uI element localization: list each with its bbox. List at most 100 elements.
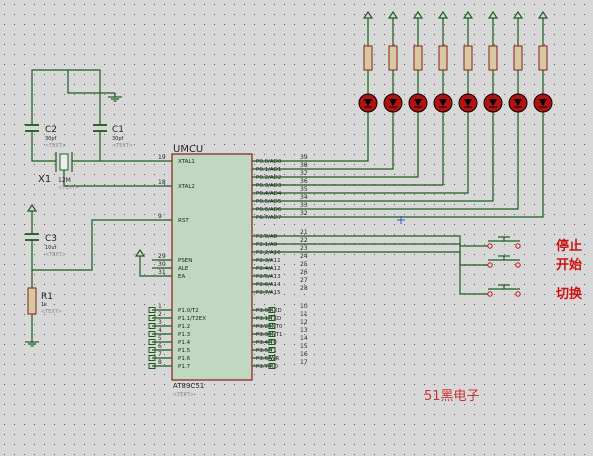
led-resistor — [363, 45, 373, 71]
pin-label: P2.3/A11 — [256, 258, 281, 264]
c2-ref: C2 — [45, 125, 57, 135]
mcu-part: AT89C51 — [173, 382, 204, 390]
pin-label: ALE — [178, 266, 189, 272]
pin-label: P2.2/A10 — [256, 250, 281, 256]
pin-label: P0.6/AD6 — [256, 207, 282, 213]
pin-label: P1.4 — [178, 340, 191, 346]
button-label: 停止 — [556, 238, 582, 254]
pin-number: 22 — [300, 237, 308, 244]
pin-label: P2.1/A9 — [256, 242, 278, 248]
pin-number: 11 — [300, 311, 308, 318]
c3-text: <TEXT> — [45, 252, 66, 258]
x1-value: 12M — [58, 177, 71, 184]
pin-number: 7 — [158, 351, 162, 358]
led-resistor — [488, 45, 498, 71]
pin-number: 6 — [158, 343, 162, 350]
pin-label: P0.5/AD5 — [256, 199, 282, 205]
pin-label: P0.4/AD4 — [256, 191, 282, 197]
pin-label: EA — [178, 274, 185, 280]
pin-label: P3.5/T1 — [256, 348, 277, 354]
pin-number: 36 — [300, 178, 308, 185]
x1-ref: X1 — [38, 174, 51, 185]
pin-number: 2 — [158, 311, 162, 318]
pin-number: 12 — [300, 319, 308, 326]
pin-number: 37 — [300, 170, 308, 177]
pin-label: XTAL2 — [178, 184, 195, 190]
pin-label: P1.0/T2 — [178, 308, 199, 314]
pin-label: P1.2 — [178, 324, 190, 330]
c2-value: 30pf — [45, 136, 57, 142]
r1-ref: R1 — [41, 292, 53, 302]
pin-number: 4 — [158, 327, 162, 334]
c2-text: <TEXT> — [45, 143, 66, 149]
pin-number: 3 — [158, 319, 162, 326]
pin-number: 16 — [300, 351, 308, 358]
pin-label: RST — [178, 218, 189, 224]
mcu-ref: UMCU — [173, 144, 203, 155]
pin-number: 17 — [300, 359, 308, 366]
pin-label: P1.3 — [178, 332, 191, 338]
pin-label: P0.2/AD2 — [256, 175, 281, 181]
x1-text: <TEXT> — [58, 185, 79, 191]
pin-label: P2.7/A15 — [256, 290, 281, 296]
pin-number: 33 — [300, 202, 308, 209]
pin-number: 35 — [300, 186, 308, 193]
pin-label: P0.1/AD1 — [256, 167, 281, 173]
r1-text: <TEXT> — [41, 309, 62, 315]
pin-label: P2.4/A12 — [256, 266, 281, 272]
r1-value: 1k — [41, 302, 47, 308]
pin-number: 38 — [300, 162, 308, 169]
pin-number: 31 — [158, 269, 166, 276]
pin-label: P1.7 — [178, 364, 191, 370]
led-resistor — [513, 45, 523, 71]
led-resistor — [438, 45, 448, 71]
pin-number: 19 — [158, 154, 166, 161]
pin-number: 9 — [158, 213, 162, 220]
mcu-right-pins: 39 P0.0/AD0 38 P0.1/AD1 37 P0.2/AD2 36 P0.3/AD3… — [252, 154, 308, 370]
pin-number: 24 — [300, 253, 308, 260]
pin-label: P0.3/AD3 — [256, 183, 282, 189]
pin-number: 34 — [300, 194, 308, 201]
pin-label: P1.5 — [178, 348, 191, 354]
pin-number: 39 — [300, 154, 308, 161]
button-label: 开始 — [556, 257, 582, 273]
button-label: 切换 — [556, 286, 583, 302]
c1-value: 30pf — [112, 136, 124, 142]
pin-number: 32 — [300, 210, 308, 217]
pin-number: 23 — [300, 245, 308, 252]
pin-number: 29 — [158, 253, 166, 260]
r1-body — [27, 287, 37, 315]
pin-label: PSEN — [178, 258, 192, 264]
pin-number: 10 — [300, 303, 308, 310]
pin-label: P2.6/A14 — [256, 282, 281, 288]
pin-label: P3.2/INT0 — [256, 324, 283, 330]
pin-number: 5 — [158, 335, 162, 342]
pin-label: P0.7/AD7 — [256, 215, 282, 221]
pin-number: 26 — [300, 269, 308, 276]
grid-dots — [0, 0, 593, 456]
c3-value: 10uf — [45, 245, 57, 251]
pin-number: 15 — [300, 343, 308, 350]
led-resistor — [538, 45, 548, 71]
c1-ref: C1 — [112, 125, 124, 135]
pin-number: 13 — [300, 327, 308, 334]
pin-number: 27 — [300, 277, 308, 284]
c3-ref: C3 — [45, 234, 57, 244]
pin-label: P2.5/A13 — [256, 274, 281, 280]
pin-number: 28 — [300, 285, 308, 292]
crystal-body — [59, 153, 69, 171]
pin-number: 18 — [158, 179, 166, 186]
pin-number: 14 — [300, 335, 308, 342]
pin-label: P3.6/WR — [256, 356, 279, 362]
pin-label: P0.0/AD0 — [256, 159, 282, 165]
schematic-canvas: UMCU AT89C51 <TEXT> 19 XTAL1 18 XTAL2 9 RST 29… — [0, 0, 593, 456]
c1-text: <TEXT> — [112, 143, 133, 149]
pin-number: 21 — [300, 229, 308, 236]
pin-label: XTAL1 — [178, 159, 195, 165]
pin-number: 8 — [158, 359, 162, 366]
pin-number: 25 — [300, 261, 308, 268]
mcu-part-text: <TEXT> — [173, 392, 194, 398]
pin-label: P1.1/T2EX — [178, 316, 206, 322]
pin-label: P2.0/A8 — [256, 234, 278, 240]
led-resistor — [413, 45, 423, 71]
